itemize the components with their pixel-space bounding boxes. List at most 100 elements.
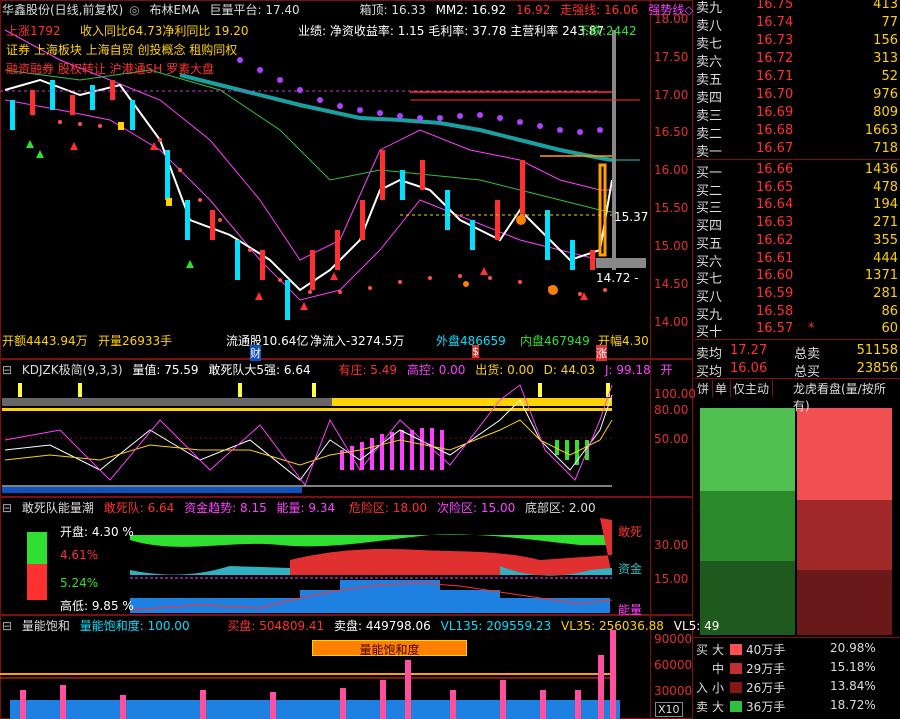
level-price: 16.68 (756, 123, 794, 138)
level-name: 卖二 (696, 127, 723, 142)
flow-row: 入小 26万手 13.84% (694, 679, 900, 696)
sell-level-row[interactable]: 卖九 16.75 413 (694, 0, 900, 16)
indicator-name[interactable]: 布林EMA (150, 3, 200, 17)
volume-name[interactable]: 量能饱和 (22, 619, 70, 633)
dare-header: ⊟ 敢死队能量潮 敢死队: 6.64 资金趋势: 8.15 能量: 9.34 危… (2, 501, 596, 515)
level-name: 买十 (696, 325, 723, 341)
level-volume: 313 (873, 51, 898, 66)
open-pct: 开盘: 4.30 % (60, 525, 134, 539)
collapse-icon[interactable]: ⊟ (2, 363, 12, 377)
level-price: 16.62 (756, 232, 794, 248)
avg-v: 23856 (856, 361, 898, 376)
avg-p: 16.06 (730, 361, 768, 376)
finance-marker[interactable]: 财 (250, 345, 261, 361)
flow-amt: 36万手 (746, 700, 786, 714)
buy-level-row[interactable]: 买三 16.64 194 (694, 197, 900, 216)
level-mark: * (808, 321, 815, 337)
tab-active-only[interactable]: 仅主动 (730, 380, 774, 397)
avg-k: 总买 (794, 365, 821, 380)
flow-size: 大 (712, 643, 725, 657)
dare-down-box (27, 564, 47, 600)
concepts-row-2: 融资融券 股权转让 沪港通SH 罗素大盘 (6, 62, 215, 76)
level-volume: 1371 (864, 268, 898, 284)
level-name: 卖五 (696, 73, 723, 88)
sell-level-row[interactable]: 卖八 16.74 77 (694, 15, 900, 34)
level-name: 买九 (696, 307, 723, 323)
limit-up-marker[interactable]: 涨 (596, 345, 607, 361)
net-inflow: 净流入-3274.5万 (310, 334, 405, 348)
open-amount: 开额4443.94万 (2, 334, 88, 348)
level-price: 16.57 (756, 321, 794, 337)
level-name: 卖六 (696, 55, 723, 70)
flow-swatch (730, 701, 742, 712)
low-price-label: 14.72 - (596, 271, 639, 285)
outer-volume: 外盘486659 (436, 334, 506, 348)
level-volume: 60 (881, 321, 898, 337)
buy-level-row[interactable]: 买五 16.62 355 (694, 232, 900, 252)
level-name: 买四 (696, 219, 723, 235)
level-name: 买七 (696, 272, 723, 288)
collapse-icon[interactable]: ⊟ (2, 501, 12, 515)
stock-title[interactable]: 华鑫股份(日线,前复权) (2, 3, 123, 17)
flow-amt: 29万手 (746, 662, 786, 676)
level-price: 16.73 (756, 33, 794, 48)
level-volume: 77 (881, 15, 898, 30)
open-volume: 开量26933手 (98, 334, 173, 348)
dare-cyan-area (130, 566, 290, 575)
level-name: 卖七 (696, 37, 723, 52)
avg-p: 17.27 (730, 343, 768, 358)
level-name: 卖九 (696, 1, 723, 16)
level-name: 卖一 (696, 145, 723, 160)
tab-pie[interactable]: 饼 (694, 380, 714, 397)
level-price: 16.66 (756, 162, 794, 177)
kdj-markers (18, 383, 610, 397)
buy-level-row[interactable]: 买四 16.63 271 (694, 215, 900, 235)
flow-swatch (730, 663, 742, 674)
level-price: 16.59 (756, 285, 794, 301)
flow-side: 卖 (696, 700, 709, 714)
flow-size: 大 (712, 700, 725, 714)
buy-level-row[interactable]: 买九 16.58 86 (694, 304, 900, 323)
rise-count: 上涨1792 (6, 24, 61, 38)
level-price: 16.63 (756, 215, 794, 231)
avg-n: 买均 (696, 365, 723, 380)
sell-level-row[interactable]: 卖五 16.71 52 (694, 69, 900, 88)
kdj-header: ⊟ KDJZK极简(9,3,3) 量值: 75.59 敢死队大5强: 6.64 … (2, 363, 673, 377)
level-volume: 355 (873, 232, 898, 248)
sell-level-row[interactable]: 卖三 16.69 809 (694, 105, 900, 124)
level-volume: 1436 (864, 162, 898, 177)
buy-level-row[interactable]: 买一 16.66 1436 (694, 162, 900, 181)
buy-level-row[interactable]: 买六 16.61 444 (694, 250, 900, 270)
sell-level-row[interactable]: 卖七 16.73 156 (694, 33, 900, 52)
level-volume: 156 (873, 33, 898, 48)
tab-single[interactable]: 单 (712, 380, 732, 397)
sell-level-row[interactable]: 卖二 16.68 1663 (694, 123, 900, 142)
avg-k: 总卖 (794, 347, 821, 362)
income-growth: 收入同比64.73净利同比 19.20 (80, 24, 249, 38)
level-volume: 52 (881, 69, 898, 84)
flow-side: 入 (696, 681, 709, 695)
level-price: 16.64 (756, 197, 794, 213)
sell-level-row[interactable]: 卖四 16.70 976 (694, 87, 900, 106)
flow-amt: 40万手 (746, 643, 786, 657)
level-volume: 1663 (864, 123, 898, 138)
buy-level-row[interactable]: 买二 16.65 478 (694, 179, 900, 199)
level-volume: 444 (873, 250, 898, 266)
level-name: 卖三 (696, 109, 723, 124)
dividend-marker[interactable]: $ (472, 345, 479, 358)
down-pct: 5.24% (60, 576, 99, 590)
collapse-icon[interactable]: ⊟ (2, 619, 12, 633)
scale-toggle[interactable]: X10 (655, 702, 683, 717)
level-volume: 478 (873, 179, 898, 195)
flow-block-buy-large (700, 408, 795, 491)
sell-level-row[interactable]: 卖一 16.67 718 (694, 141, 900, 160)
sell-level-row[interactable]: 卖六 16.72 313 (694, 51, 900, 70)
buy-level-row[interactable]: 买八 16.59 281 (694, 285, 900, 305)
level-price: 16.61 (756, 250, 794, 266)
kdj-name[interactable]: KDJZK极简(9,3,3) (22, 363, 123, 377)
buy-level-row[interactable]: 买七 16.60 1371 (694, 268, 900, 288)
flow-pct: 13.84% (830, 679, 876, 693)
buy-level-row[interactable]: 买十 16.57 * 60 (694, 321, 900, 341)
dare-name[interactable]: 敢死队能量潮 (22, 501, 94, 515)
tab-dragon-tiger[interactable]: 龙虎看盘(量/按所有) (790, 380, 900, 414)
